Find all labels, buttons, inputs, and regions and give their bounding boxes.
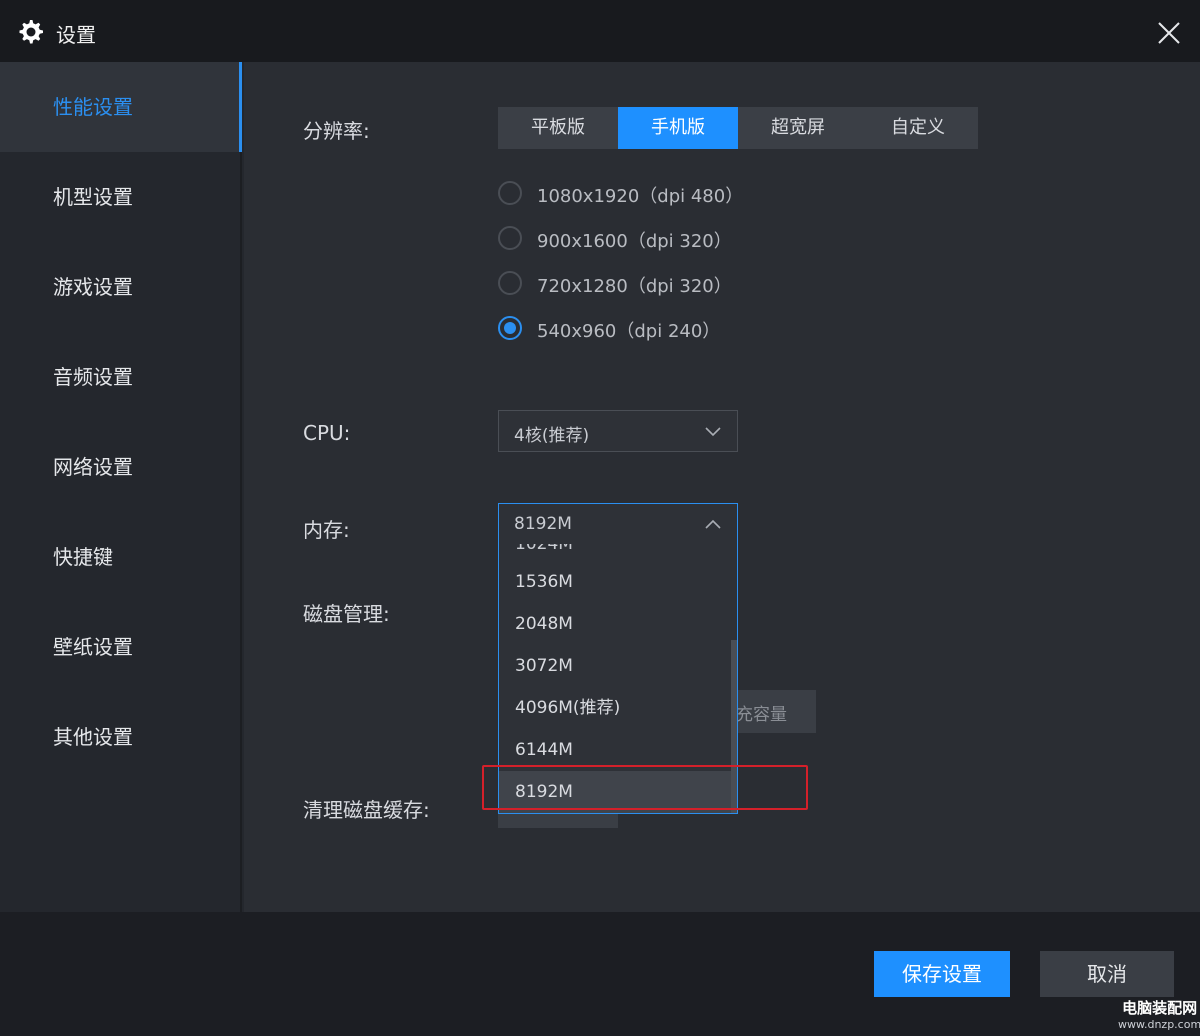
dropdown-item[interactable]: 3072M bbox=[499, 645, 731, 687]
sidebar-item-label: 壁纸设置 bbox=[53, 635, 133, 659]
tab-tablet[interactable]: 平板版 bbox=[498, 107, 618, 149]
sidebar-item-wallpaper[interactable]: 壁纸设置 bbox=[0, 602, 242, 692]
cpu-select-value: 4核(推荐) bbox=[514, 426, 590, 446]
radio-label: 900x1600（dpi 320） bbox=[537, 231, 732, 252]
sidebar-item-label: 游戏设置 bbox=[53, 275, 133, 299]
chevron-down-icon bbox=[705, 427, 721, 437]
radio-button[interactable] bbox=[498, 271, 522, 295]
resolution-label: 分辨率: bbox=[303, 119, 370, 143]
settings-sidebar: 性能设置 机型设置 游戏设置 音频设置 网络设置 快捷键 壁纸设置 其他设置 bbox=[0, 62, 242, 912]
watermark-url: www.dnzp.com bbox=[1118, 1018, 1200, 1031]
radio-label: 1080x1920（dpi 480） bbox=[537, 186, 744, 207]
expand-capacity-label: 充容量 bbox=[736, 705, 787, 725]
dropdown-item[interactable]: 1536M bbox=[499, 561, 731, 603]
sidebar-item-other[interactable]: 其他设置 bbox=[0, 692, 242, 782]
sidebar-item-model[interactable]: 机型设置 bbox=[0, 152, 242, 242]
dropdown-item[interactable]: 4096M(推荐) bbox=[499, 687, 731, 729]
sidebar-item-label: 音频设置 bbox=[53, 365, 133, 389]
cancel-button[interactable]: 取消 bbox=[1040, 951, 1174, 997]
dropdown-item[interactable]: 2048M bbox=[499, 603, 731, 645]
resolution-tabs: 平板版 手机版 超宽屏 自定义 bbox=[498, 107, 978, 149]
window-title: 设置 bbox=[56, 23, 96, 47]
radio-label: 720x1280（dpi 320） bbox=[537, 276, 732, 297]
watermark-title: 电脑装配网 bbox=[1122, 999, 1198, 1017]
sidebar-item-label: 网络设置 bbox=[53, 455, 133, 479]
radio-button[interactable] bbox=[498, 181, 522, 205]
close-icon[interactable] bbox=[1156, 20, 1182, 46]
expand-capacity-button[interactable]: 充容量 bbox=[736, 690, 816, 733]
watermark: 电脑装配网 www.dnzp.com bbox=[1118, 997, 1200, 1031]
highlight-box bbox=[482, 765, 808, 810]
tab-phone[interactable]: 手机版 bbox=[618, 107, 738, 149]
cpu-select[interactable]: 4核(推荐) bbox=[498, 410, 738, 452]
sidebar-item-performance[interactable]: 性能设置 bbox=[0, 62, 242, 152]
sidebar-item-network[interactable]: 网络设置 bbox=[0, 422, 242, 512]
sidebar-item-label: 快捷键 bbox=[53, 545, 113, 569]
memory-select-value: 8192M bbox=[514, 514, 572, 534]
radio-button-checked[interactable] bbox=[498, 316, 522, 340]
chevron-up-icon bbox=[705, 519, 721, 529]
gear-icon bbox=[19, 20, 43, 44]
tab-custom[interactable]: 自定义 bbox=[858, 107, 978, 149]
radio-button[interactable] bbox=[498, 226, 522, 250]
memory-label: 内存: bbox=[303, 518, 350, 542]
dialog-footer bbox=[0, 912, 1200, 1036]
sidebar-item-audio[interactable]: 音频设置 bbox=[0, 332, 242, 422]
dropdown-item-partial[interactable]: 1024M bbox=[515, 544, 573, 554]
save-button[interactable]: 保存设置 bbox=[874, 951, 1010, 997]
radio-label: 540x960（dpi 240） bbox=[537, 321, 721, 342]
sidebar-item-shortcuts[interactable]: 快捷键 bbox=[0, 512, 242, 602]
sidebar-item-label: 机型设置 bbox=[53, 185, 133, 209]
sidebar-item-game[interactable]: 游戏设置 bbox=[0, 242, 242, 332]
sidebar-item-label: 性能设置 bbox=[53, 95, 133, 119]
clear-cache-label: 清理磁盘缓存: bbox=[303, 798, 430, 822]
memory-select[interactable]: 8192M bbox=[498, 503, 738, 545]
sidebar-item-label: 其他设置 bbox=[53, 725, 133, 749]
title-bar: 设置 bbox=[0, 0, 1200, 62]
tab-ultrawide[interactable]: 超宽屏 bbox=[738, 107, 858, 149]
disk-management-label: 磁盘管理: bbox=[303, 602, 390, 626]
cpu-label: CPU: bbox=[303, 421, 351, 445]
